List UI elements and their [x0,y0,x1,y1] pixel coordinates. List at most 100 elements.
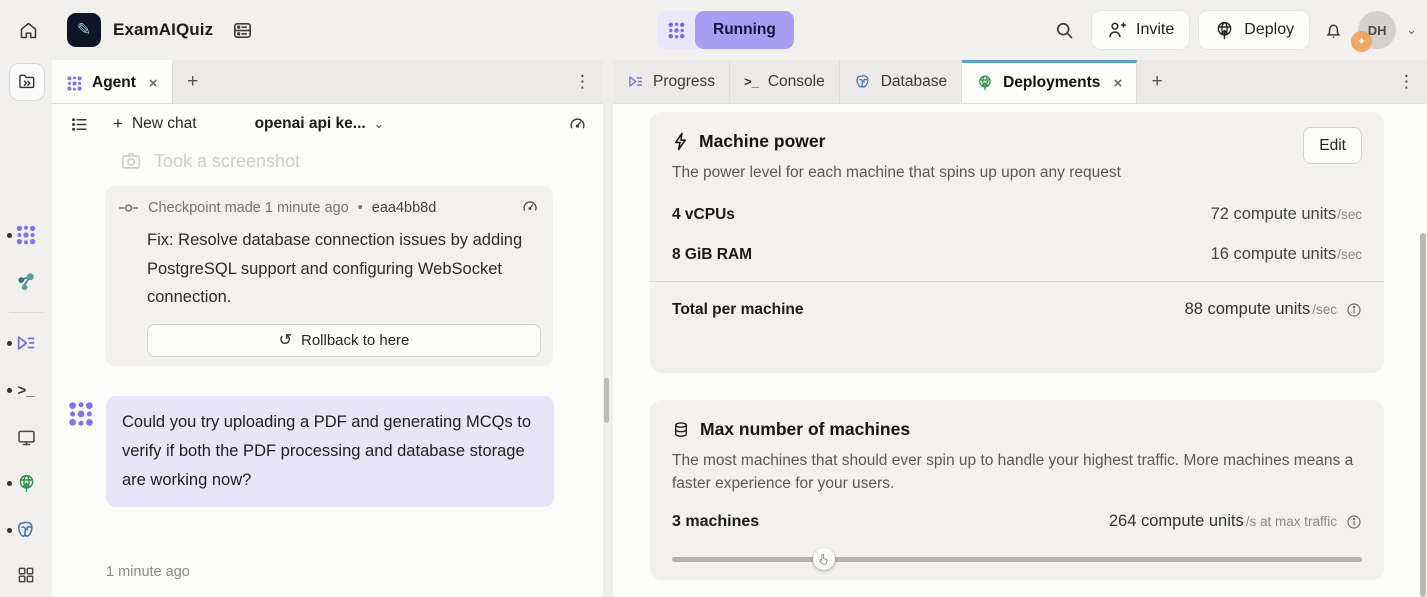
search-icon [1054,20,1075,41]
chat-selector[interactable]: openai api ke... ⌄ [255,115,384,133]
app-title: ExamAIQuiz [113,20,213,40]
ram-value: 16 compute units [1211,245,1337,264]
agent-dots-icon [657,21,695,40]
new-tab-button[interactable]: + [173,60,213,103]
rail-item-workflows[interactable] [0,266,52,296]
tab-console[interactable]: >_ Console [730,60,840,103]
rail-item-webview[interactable] [0,422,52,452]
plus-icon: + [113,114,123,134]
max-machines-title: Max number of machines [700,419,910,440]
tab-deployments[interactable]: Deployments × [962,60,1137,103]
close-icon[interactable]: × [1113,75,1122,92]
slider-thumb[interactable] [813,548,835,570]
file-tree-toggle[interactable] [9,63,45,101]
new-tab-button[interactable]: + [1137,60,1177,103]
project-panels-icon[interactable] [231,19,254,42]
deployments-panel: Progress >_ Console Database Deployments… [613,60,1427,597]
lightning-icon [672,132,689,151]
home-button[interactable] [11,13,45,47]
new-chat-button[interactable]: + New chat [113,114,197,134]
account-chevron-down-icon[interactable]: ⌄ [1406,22,1417,38]
tab-agent-label: Agent [92,74,136,92]
usage-gauge-icon[interactable] [568,104,587,144]
tab-database[interactable]: Database [840,60,962,103]
card-divider [650,281,1384,282]
account-menu[interactable]: DH ✦ [1358,11,1396,49]
cpu-value: 72 compute units [1211,205,1337,224]
chat-selector-label: openai api ke... [255,115,366,133]
hand-cursor-icon [817,553,830,566]
app-logo[interactable]: ✎ [67,13,101,47]
rail-item-console[interactable]: >_ [0,375,52,405]
unread-dot [7,233,12,238]
tab-progress-label: Progress [653,73,715,91]
grid-icon [16,565,36,585]
folder-expand-icon [17,72,37,92]
agent-icon [15,224,37,246]
checkpoint-gauge-icon[interactable] [521,198,539,216]
postgresql-icon [15,519,37,541]
total-row: Total per machine 88 compute units/sec [672,300,1362,319]
rollback-button[interactable]: ↺ Rollback to here [147,324,541,357]
progress-tab-icon [627,73,644,90]
invite-label: Invite [1136,21,1174,39]
machines-value: 264 compute units [1109,512,1244,531]
panel-splitter[interactable] [603,60,613,597]
new-chat-label: New chat [132,115,197,133]
unread-dot [7,481,12,486]
checkpoint-card: Checkpoint made 1 minute ago • eaa4bb8d … [105,186,553,366]
rail-divider [9,312,43,313]
info-icon[interactable] [1346,302,1362,318]
right-tabstrip: Progress >_ Console Database Deployments… [613,60,1427,104]
total-unit: /sec [1312,302,1337,317]
home-icon [18,20,39,41]
checkpoint-icon [119,202,139,214]
search-button[interactable] [1046,12,1082,48]
bell-icon [1323,20,1344,41]
unread-dot [7,341,12,346]
tab-progress[interactable]: Progress [613,60,730,103]
rail-item-all-tools[interactable] [0,560,52,590]
database-cylinder-icon [672,421,690,439]
vertical-scrollbar[interactable] [1420,233,1426,597]
notifications-button[interactable] [1323,20,1344,41]
cpu-unit: /sec [1337,207,1362,222]
monitor-icon [16,427,37,448]
invite-button[interactable]: Invite [1092,11,1189,49]
person-plus-icon [1107,20,1127,40]
run-status-control[interactable]: Running [657,11,794,49]
close-icon[interactable]: × [149,75,158,92]
machine-power-header: Machine power [672,131,1362,152]
checkpoint-message: Fix: Resolve database connection issues … [147,226,532,312]
machines-count-label: 3 machines [672,513,759,531]
right-tab-menu-icon[interactable]: ⋮ [1398,60,1415,104]
rail-item-progress[interactable] [0,328,52,358]
left-tab-menu-icon[interactable]: ⋮ [574,60,591,104]
spec-row-cpu: 4 vCPUs 72 compute units/sec [672,205,1362,224]
rail-item-agent[interactable] [0,220,52,250]
rail-item-deployments[interactable] [0,468,52,498]
pencil-icon: ✎ [77,20,91,40]
max-machines-header: Max number of machines [672,419,1362,440]
bullet-separator: • [358,200,363,216]
agent-message-bubble: Could you try uploading a PDF and genera… [106,396,554,507]
splitter-scrollbar[interactable] [604,378,609,423]
unread-dot [7,528,12,533]
ram-label: 8 GiB RAM [672,246,752,264]
machine-power-card: Machine power Edit The power level for e… [650,112,1384,373]
rollback-icon: ↺ [279,330,292,350]
progress-icon [15,332,37,354]
edit-button[interactable]: Edit [1303,127,1362,164]
tab-agent[interactable]: Agent × [52,60,173,103]
chat-history-icon[interactable] [70,115,89,134]
machines-slider[interactable] [672,548,1362,570]
deploy-button[interactable]: Deploy [1199,11,1309,49]
deployments-icon [16,473,37,494]
cpu-label: 4 vCPUs [672,206,735,224]
info-icon[interactable] [1346,514,1362,530]
status-badge[interactable]: Running [695,11,794,49]
rail-item-database[interactable] [0,515,52,545]
ram-unit: /sec [1337,247,1362,262]
slider-track[interactable] [672,557,1362,562]
left-tabstrip: Agent × + ⋮ [52,60,603,104]
